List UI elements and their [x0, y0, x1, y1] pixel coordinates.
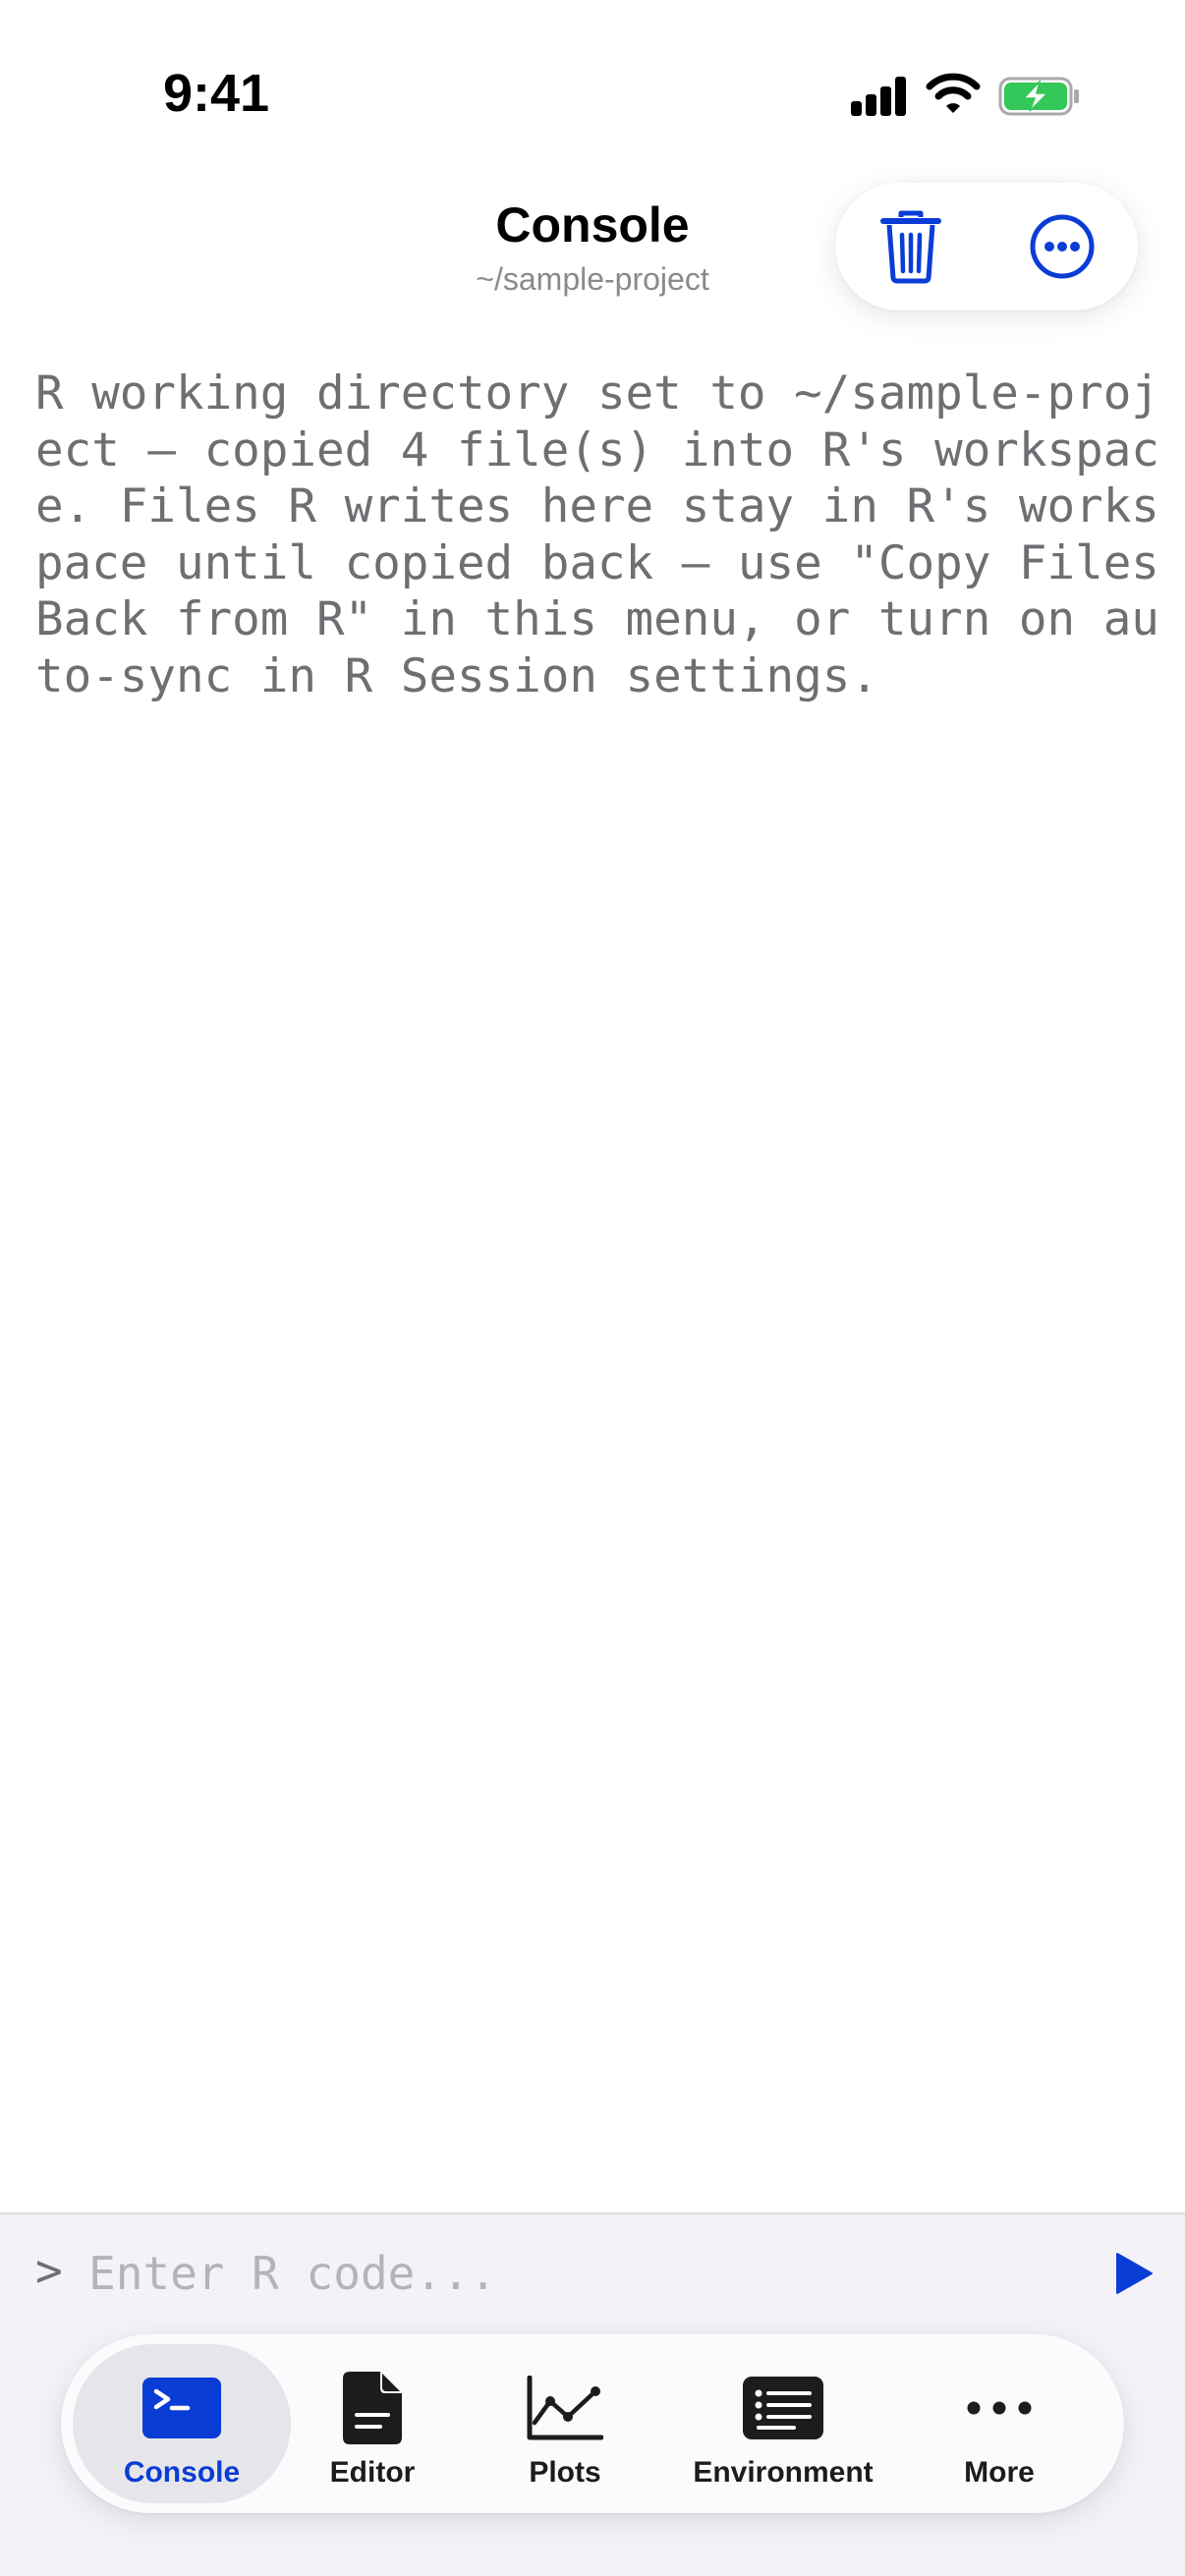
ellipsis-icon [967, 2401, 1032, 2415]
battery-charging-icon [998, 77, 1079, 116]
tab-environment[interactable]: Environment [680, 2344, 886, 2503]
run-button[interactable] [1104, 2244, 1163, 2303]
tab-label-environment: Environment [693, 2456, 874, 2489]
wifi-icon [926, 73, 981, 113]
tab-editor[interactable]: Editor [309, 2344, 436, 2503]
console-screen: 9:41 Console ~/sample-project R working … [0, 0, 1185, 2576]
tab-label-console: Console [123, 2456, 241, 2489]
terminal-icon [142, 2378, 221, 2438]
tab-plots[interactable]: Plots [501, 2344, 629, 2503]
tab-more[interactable]: More [935, 2344, 1063, 2503]
tab-bar: Console Editor Plots Environment More [61, 2334, 1124, 2513]
header-actions [835, 183, 1138, 310]
console-output: R working directory set to ~/sample-proj… [35, 366, 1185, 703]
document-icon [343, 2372, 402, 2444]
play-icon [1116, 2253, 1153, 2294]
tab-label-plots: Plots [529, 2456, 601, 2489]
console-prompt: > [35, 2244, 63, 2297]
tab-label-editor: Editor [329, 2456, 416, 2489]
status-bar: 9:41 [0, 0, 1185, 187]
trash-icon [880, 210, 941, 284]
more-options-button[interactable] [987, 183, 1138, 310]
clear-console-button[interactable] [835, 183, 987, 310]
tab-console[interactable]: Console [73, 2344, 291, 2503]
r-code-input[interactable] [88, 2236, 1071, 2311]
list-icon [743, 2377, 823, 2439]
tab-label-more: More [964, 2456, 1035, 2489]
cellular-signal-icon [851, 77, 908, 116]
status-time: 9:41 [163, 64, 270, 123]
line-chart-icon [527, 2376, 603, 2440]
ellipsis-circle-icon [1030, 214, 1095, 279]
